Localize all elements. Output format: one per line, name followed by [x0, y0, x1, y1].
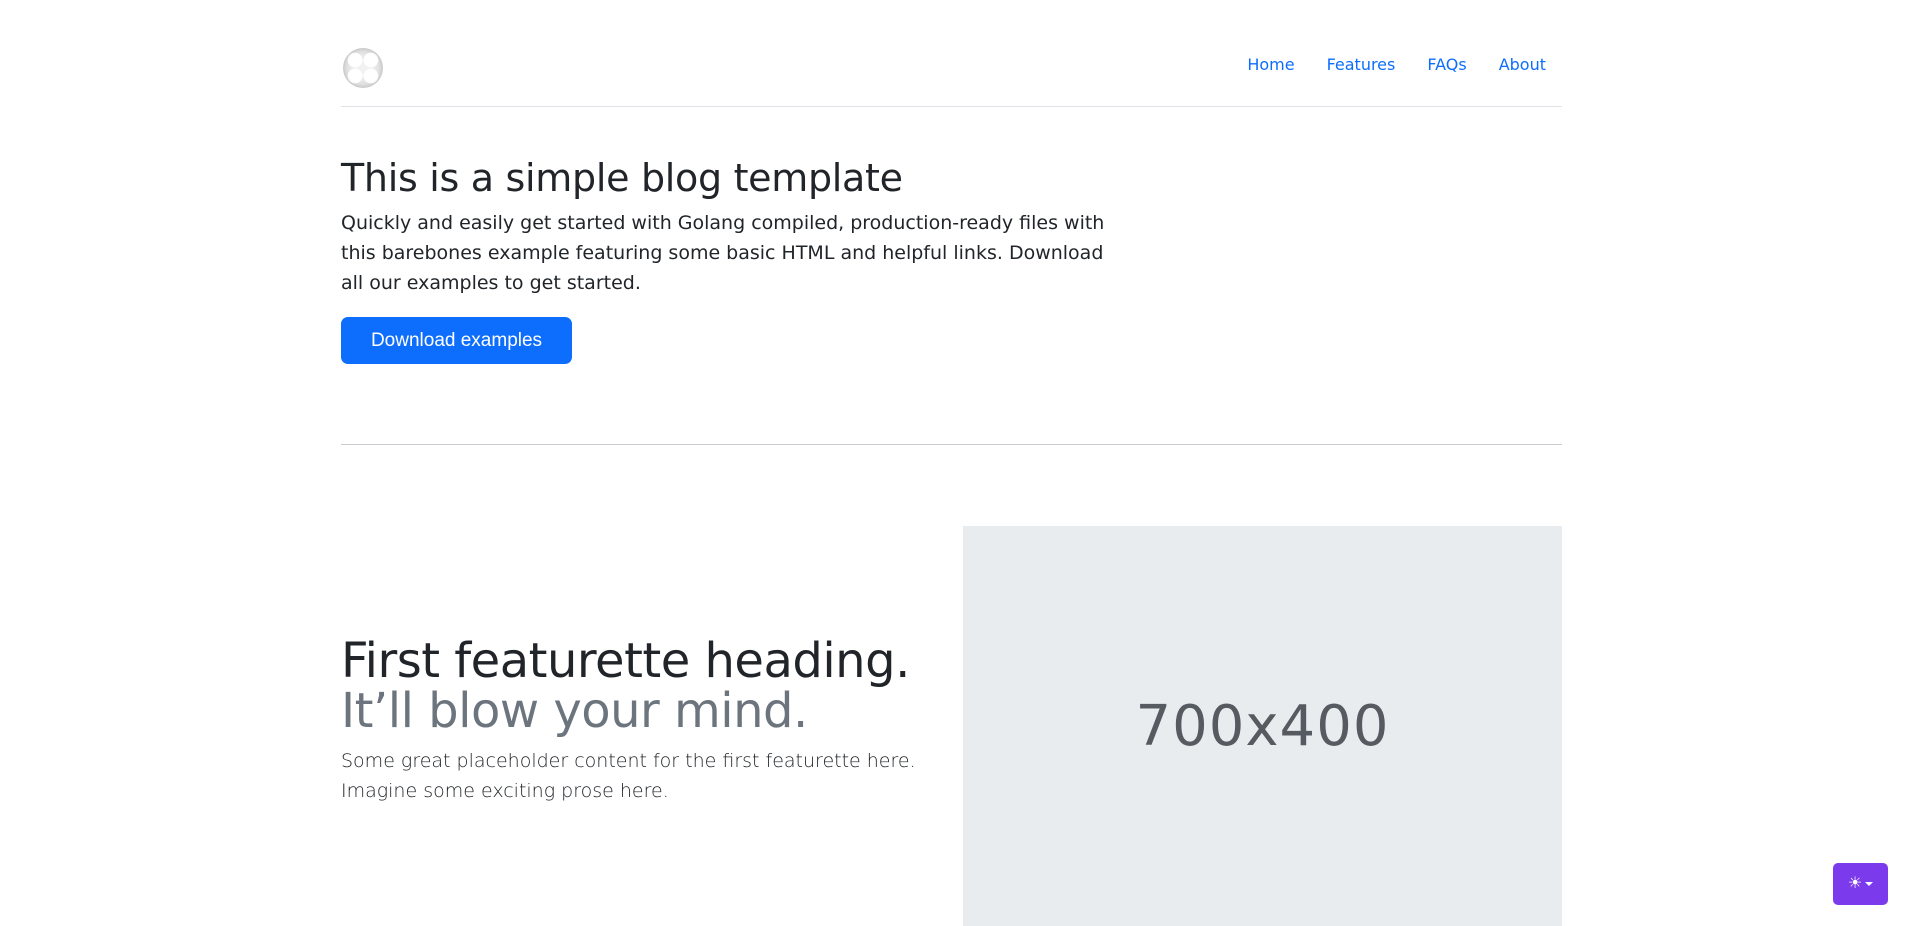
nav-link-features[interactable]: Features [1311, 52, 1412, 78]
hero-section: This is a simple blog template Quickly a… [341, 153, 1141, 364]
nav-link-about[interactable]: About [1483, 52, 1562, 78]
placeholder-image-label: 700x400 [1135, 693, 1390, 759]
section-divider [341, 444, 1562, 445]
caret-down-icon [1865, 882, 1874, 886]
sun-icon: ☀ [1847, 875, 1863, 892]
featurette-heading: First featurette heading. It’ll blow you… [341, 636, 941, 736]
download-examples-button[interactable]: Download examples [341, 317, 572, 364]
nav-link-home[interactable]: Home [1231, 52, 1310, 78]
featurette-placeholder-image: 700x400 [963, 526, 1562, 926]
nav-link-faqs[interactable]: FAQs [1411, 52, 1482, 78]
logo-icon[interactable] [343, 48, 383, 88]
featurette-section: First featurette heading. It’ll blow you… [341, 526, 1562, 926]
featurette-body: Some great placeholder content for the f… [341, 750, 916, 802]
theme-toggle-button[interactable]: ☀ [1833, 863, 1888, 905]
featurette-heading-main: First featurette heading. [341, 633, 910, 689]
hero-title: This is a simple blog template [341, 156, 903, 200]
site-header: Home Features FAQs About [341, 0, 1562, 107]
main-nav: Home Features FAQs About [1231, 52, 1562, 78]
featurette-heading-muted: It’ll blow your mind. [341, 683, 808, 739]
featurette-text: First featurette heading. It’ll blow you… [341, 636, 941, 806]
hero-description: Quickly and easily get started with Gola… [341, 212, 1105, 294]
